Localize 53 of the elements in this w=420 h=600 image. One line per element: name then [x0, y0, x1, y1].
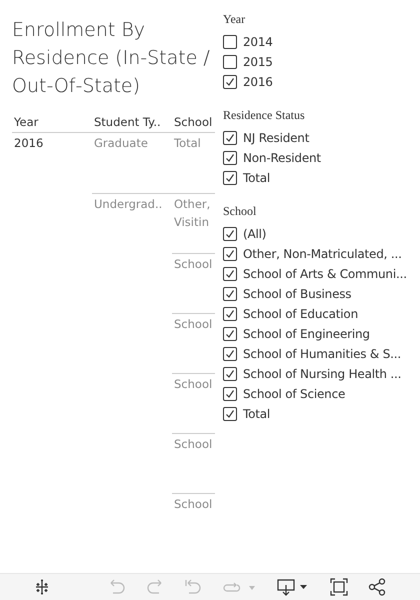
table-cell-text: 2016: [13, 135, 44, 152]
table-cell: Undergrad..: [92, 193, 172, 554]
checkbox[interactable]: [223, 407, 237, 421]
checkbox-label[interactable]: School of Engineering: [243, 325, 370, 343]
checkbox[interactable]: [223, 327, 237, 341]
logo-icon[interactable]: [34, 579, 50, 595]
table-cell: School: [172, 253, 215, 314]
checkbox-label[interactable]: School of Science: [243, 385, 346, 403]
table-cell-text: Total: [173, 135, 202, 152]
checkbox-label[interactable]: Non-Resident: [243, 149, 321, 167]
checkbox-label[interactable]: 2016: [243, 73, 273, 91]
table-cell: Other, Visitin: [172, 193, 215, 254]
filter-title: Residence Status: [223, 107, 306, 124]
checkbox[interactable]: [223, 227, 237, 241]
checkbox[interactable]: [223, 171, 237, 185]
checkbox[interactable]: [223, 35, 237, 49]
checkbox[interactable]: [223, 55, 237, 69]
checkbox[interactable]: [223, 387, 237, 401]
column-header[interactable]: Student Ty..: [92, 114, 172, 134]
checkbox-label[interactable]: School of Education: [243, 305, 358, 323]
checkbox[interactable]: [223, 287, 237, 301]
checkbox-label[interactable]: (All): [243, 225, 266, 243]
checkbox-label[interactable]: Total: [243, 405, 270, 423]
checkbox-label[interactable]: School of Nursing Health ...: [243, 365, 402, 383]
column-header[interactable]: School: [172, 114, 215, 134]
checkbox-label[interactable]: Other, Non-Matriculated, ...: [243, 245, 402, 263]
checkbox-label[interactable]: 2014: [243, 33, 273, 51]
checkbox-label[interactable]: School of Arts & Communi...: [243, 265, 407, 283]
dashboard-title: Enrollment By Residence (In-State / Out-Of-State): [12, 18, 211, 99]
download-icon[interactable]: [276, 578, 310, 596]
checkbox[interactable]: [223, 75, 237, 89]
table-cell: School: [172, 373, 215, 434]
fullscreen-icon[interactable]: [330, 578, 348, 596]
checkbox-label[interactable]: School of Business: [243, 285, 352, 303]
checkbox[interactable]: [223, 267, 237, 281]
checkbox[interactable]: [223, 151, 237, 165]
checkbox-label[interactable]: 2015: [243, 53, 273, 71]
table-cell-text: Graduate: [93, 135, 149, 152]
table-cell: School: [172, 493, 215, 554]
filter-title: School: [223, 203, 258, 220]
checkbox[interactable]: [223, 247, 237, 261]
table-cell: School: [172, 313, 215, 374]
checkbox[interactable]: [223, 307, 237, 321]
checkbox[interactable]: [223, 347, 237, 361]
checkbox[interactable]: [223, 367, 237, 381]
column-header[interactable]: Year: [12, 114, 92, 134]
checkbox-label[interactable]: Total: [243, 169, 270, 187]
checkbox[interactable]: [223, 131, 237, 145]
checkbox-label[interactable]: NJ Resident: [243, 129, 310, 147]
share-icon[interactable]: [368, 578, 386, 596]
filter-title: Year: [223, 11, 246, 28]
checkbox-label[interactable]: School of Humanities & S...: [243, 345, 401, 363]
table-cell: School: [172, 433, 215, 494]
